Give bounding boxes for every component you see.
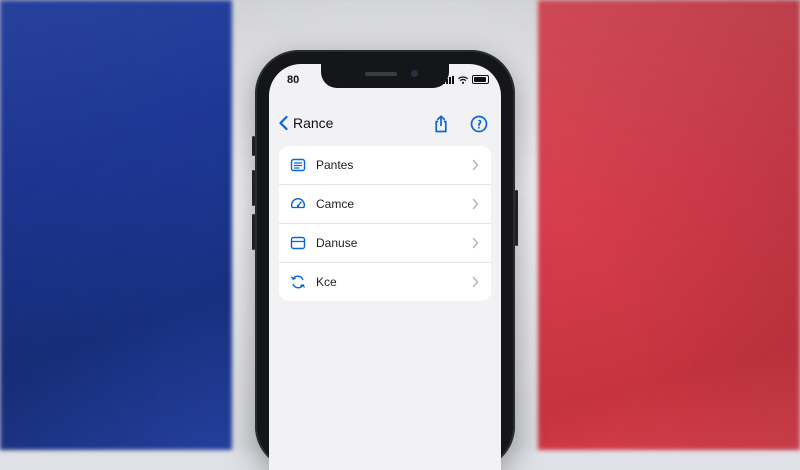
share-icon[interactable] [431,114,451,134]
front-camera [411,70,418,77]
refresh-icon [291,275,305,289]
list-item-kce[interactable]: Kce [279,262,491,301]
card-icon [290,236,306,250]
speedometer-icon [291,198,305,209]
mute-switch [252,136,255,156]
list-item-pantes[interactable]: Pantes [279,146,491,184]
list-item-label: Camce [316,197,355,211]
info-icon[interactable] [469,114,489,134]
list-item-label: Danuse [316,236,358,250]
status-icons [443,75,489,84]
list-item-camce[interactable]: Camce [279,184,491,223]
list-item-label: Kce [316,275,337,289]
notch [321,64,449,88]
chevron-right-icon [472,198,479,210]
status-time: 80 [287,74,300,86]
list-item-label: Pantes [316,158,354,172]
chevron-left-icon [279,115,288,131]
chevron-right-icon [472,237,479,249]
settings-list: Pantes Camce Danuse Kce [279,146,491,301]
chevron-right-icon [472,276,479,288]
wifi-icon [458,76,468,84]
volume-down-button [252,214,255,250]
chevron-right-icon [472,159,479,171]
speaker-grille [365,72,397,76]
list-icon [290,158,306,172]
battery-icon [472,75,489,84]
navigation-bar: Rance [269,110,501,140]
list-item-danuse[interactable]: Danuse [279,223,491,262]
phone-frame: 80 Rance Pantes Camce Danuse Kce [252,50,518,470]
cellular-signal-icon [443,76,454,84]
volume-up-button [252,170,255,206]
power-button [515,190,518,246]
phone-screen: 80 Rance Pantes Camce Danuse Kce [269,64,501,470]
back-button-label: Rance [293,115,334,131]
back-button[interactable]: Rance [277,115,333,131]
